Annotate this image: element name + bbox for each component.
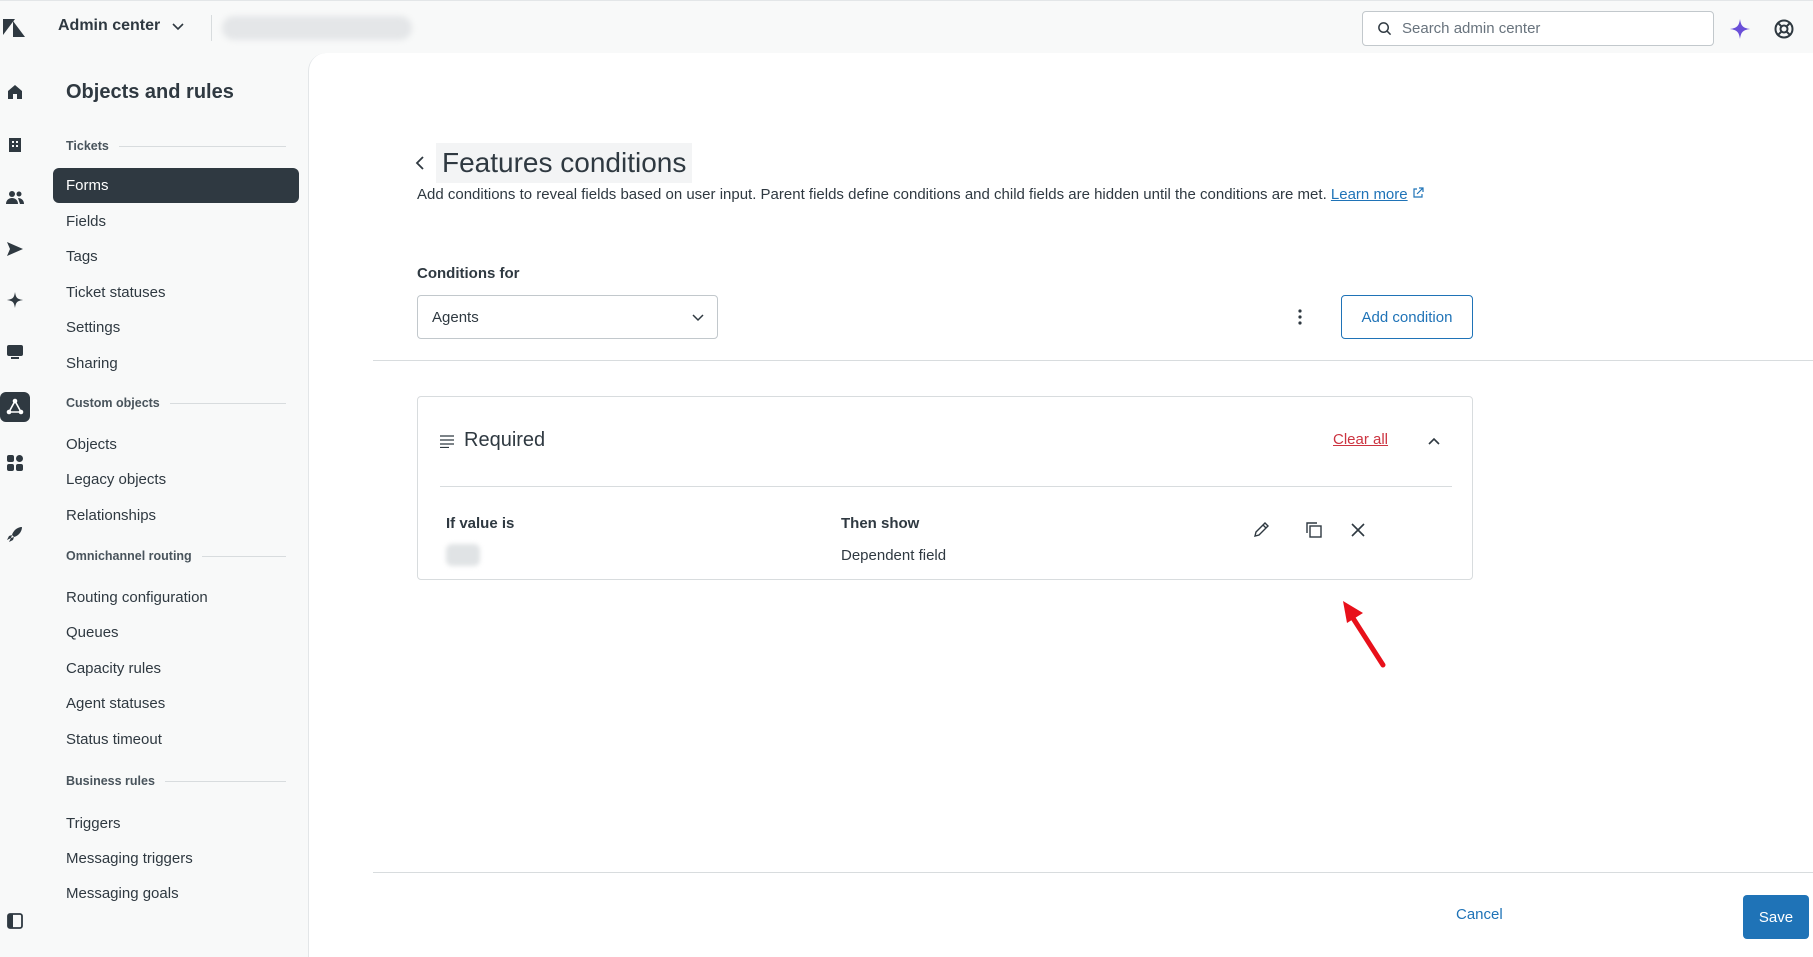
- footer-divider: [373, 872, 1813, 873]
- send-icon[interactable]: [0, 234, 30, 264]
- learn-more-link[interactable]: Learn more: [1331, 186, 1408, 203]
- page-title: Features conditions: [436, 143, 693, 183]
- then-show-value: Dependent field: [841, 547, 947, 564]
- nav-section-custom-objects: Custom objects: [66, 396, 286, 410]
- edit-icon[interactable]: [1248, 517, 1274, 543]
- nav-item-legacy-objects[interactable]: Legacy objects: [53, 462, 299, 497]
- nav-item-messaging-triggers[interactable]: Messaging triggers: [53, 841, 299, 876]
- people-icon[interactable]: [0, 182, 30, 212]
- nav-item-fields[interactable]: Fields: [53, 204, 299, 239]
- remove-icon[interactable]: [1345, 517, 1371, 543]
- conditions-for-select[interactable]: Agents: [417, 295, 718, 339]
- nav-title: Objects and rules: [66, 81, 234, 103]
- ai-sparkle-icon[interactable]: [1729, 18, 1751, 40]
- search-input[interactable]: [1402, 20, 1702, 37]
- nav-item-sharing[interactable]: Sharing: [53, 346, 299, 381]
- apps-icon[interactable]: [0, 448, 30, 478]
- top-bar: Admin center: [0, 0, 1813, 53]
- then-show-header: Then show: [841, 515, 920, 532]
- card-divider: [440, 486, 1452, 487]
- if-value-header: If value is: [446, 515, 515, 532]
- nav-section-tickets: Tickets: [66, 139, 286, 153]
- nav-item-agent-statuses[interactable]: Agent statuses: [53, 686, 299, 721]
- nav-item-routing-configuration[interactable]: Routing configuration: [53, 580, 299, 615]
- list-icon: [440, 434, 454, 448]
- back-chevron-icon[interactable]: [414, 153, 430, 173]
- nav-item-queues[interactable]: Queues: [53, 615, 299, 650]
- nav-section-business-rules: Business rules: [66, 774, 286, 788]
- duplicate-icon[interactable]: [1301, 517, 1327, 543]
- panel-toggle-icon[interactable]: [0, 906, 30, 936]
- nav-item-triggers[interactable]: Triggers: [53, 806, 299, 841]
- condition-card-title: Required: [464, 429, 546, 451]
- nav-item-tags[interactable]: Tags: [53, 239, 299, 274]
- page-description: Add conditions to reveal fields based on…: [417, 186, 1424, 203]
- building-icon[interactable]: [0, 130, 30, 160]
- nav-item-forms[interactable]: Forms: [53, 168, 299, 203]
- chevron-down-icon: [692, 314, 704, 322]
- nav-item-settings[interactable]: Settings: [53, 310, 299, 345]
- secondary-nav: Objects and rules Tickets Forms Fields T…: [44, 53, 308, 957]
- objects-rules-icon[interactable]: [0, 392, 30, 422]
- conditions-for-value: Agents: [432, 308, 479, 326]
- more-options-icon[interactable]: [1288, 305, 1312, 329]
- divider: [373, 360, 1813, 361]
- product-switcher[interactable]: Admin center: [58, 17, 186, 35]
- product-label: Admin center: [58, 17, 161, 34]
- sparkle-icon[interactable]: [0, 285, 30, 315]
- icon-rail: [0, 53, 44, 957]
- header-divider: [211, 15, 212, 41]
- add-condition-button[interactable]: Add condition: [1341, 295, 1473, 339]
- rocket-icon[interactable]: [0, 519, 30, 549]
- home-icon[interactable]: [0, 77, 30, 107]
- nav-item-relationships[interactable]: Relationships: [53, 498, 299, 533]
- save-button[interactable]: Save: [1743, 895, 1809, 939]
- monitor-icon[interactable]: [0, 337, 30, 367]
- main-panel: Features conditions Add conditions to re…: [308, 53, 1813, 957]
- nav-item-messaging-goals[interactable]: Messaging goals: [53, 876, 299, 911]
- search-box[interactable]: [1362, 11, 1714, 46]
- page-header: Features conditions: [414, 143, 693, 183]
- nav-item-objects[interactable]: Objects: [53, 427, 299, 462]
- account-name-redacted: [222, 16, 412, 40]
- description-text: Add conditions to reveal fields based on…: [417, 186, 1327, 203]
- nav-item-ticket-statuses[interactable]: Ticket statuses: [53, 275, 299, 310]
- annotation-arrow-icon: [1343, 601, 1386, 668]
- condition-card-header: Required: [440, 429, 545, 452]
- external-link-icon: [1413, 187, 1424, 198]
- chevron-down-icon: [172, 23, 184, 31]
- chevron-up-icon[interactable]: [1425, 433, 1443, 451]
- if-value-redacted: [446, 544, 480, 566]
- zendesk-logo-icon[interactable]: [2, 17, 26, 39]
- help-icon[interactable]: [1773, 18, 1795, 40]
- nav-item-status-timeout[interactable]: Status timeout: [53, 722, 299, 757]
- search-icon: [1378, 22, 1392, 36]
- cancel-button[interactable]: Cancel: [1456, 906, 1503, 923]
- nav-section-omnichannel-routing: Omnichannel routing: [66, 549, 286, 563]
- condition-card: Required Clear all If value is Then show…: [417, 396, 1473, 580]
- nav-item-capacity-rules[interactable]: Capacity rules: [53, 651, 299, 686]
- conditions-for-label: Conditions for: [417, 265, 520, 282]
- clear-all-link[interactable]: Clear all: [1333, 431, 1388, 448]
